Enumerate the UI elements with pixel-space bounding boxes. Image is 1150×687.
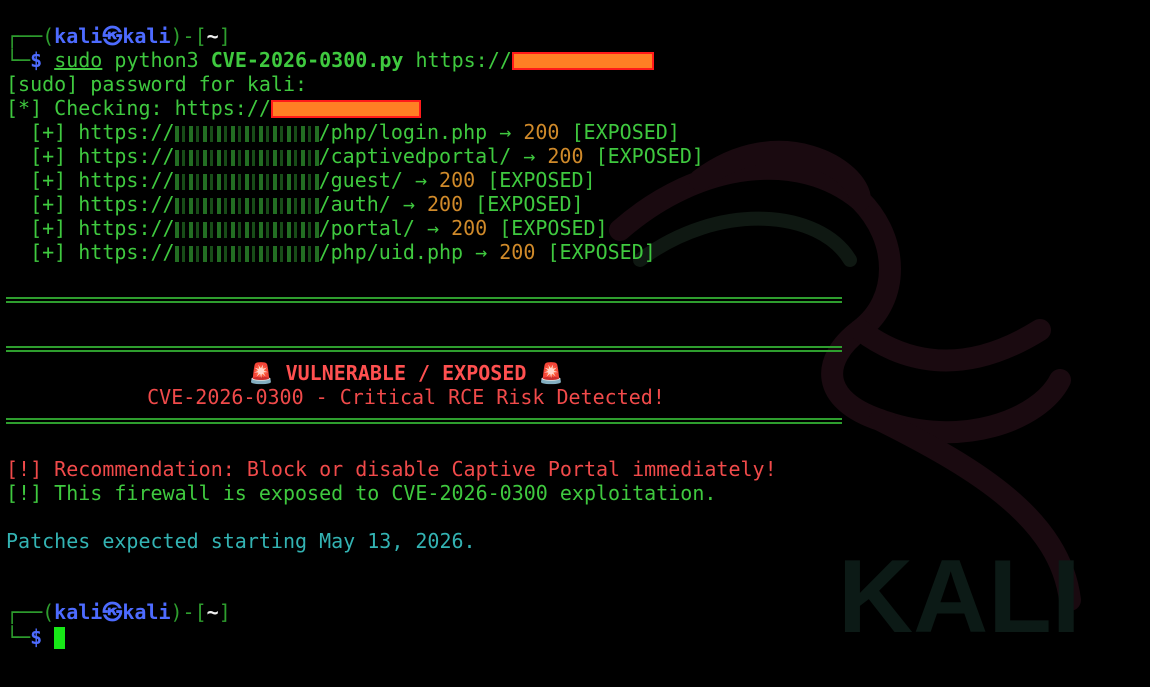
sudo-keyword: sudo xyxy=(54,48,103,72)
text-cursor xyxy=(54,627,66,649)
result-line: [+] https:///auth/ → 200 [EXPOSED] xyxy=(30,192,584,216)
redaction-box xyxy=(511,52,654,70)
command-prompt-input[interactable]: └─$ xyxy=(6,625,66,649)
siren-icon: 🚨 xyxy=(248,361,274,385)
checking-line: [*] Checking: https:// xyxy=(6,96,421,120)
siren-icon: 🚨 xyxy=(538,361,564,385)
sudo-prompt: [sudo] password for kali: xyxy=(6,72,308,96)
kali-at-icon: ㉿ xyxy=(102,24,123,48)
separator-line xyxy=(6,297,842,303)
separator-line xyxy=(6,346,842,352)
result-line: [+] https:///captivedportal/ → 200 [EXPO… xyxy=(30,144,704,168)
recommendation-line: [!] Recommendation: Block or disable Cap… xyxy=(6,457,777,481)
result-line: [+] https:///php/login.php → 200 [EXPOSE… xyxy=(30,120,680,144)
redacted-ip xyxy=(174,150,319,166)
vulnerable-banner: 🚨 VULNERABLE / EXPOSED 🚨 xyxy=(248,361,564,385)
kali-at-icon: ㉿ xyxy=(102,600,123,624)
redacted-ip xyxy=(174,126,319,142)
banner-subtitle: CVE-2026-0300 - Critical RCE Risk Detect… xyxy=(147,385,665,409)
result-line: [+] https:///guest/ → 200 [EXPOSED] xyxy=(30,168,596,192)
result-line: [+] https:///php/uid.php → 200 [EXPOSED] xyxy=(30,240,656,264)
patch-notice: Patches expected starting May 13, 2026. xyxy=(6,529,476,553)
prompt-header: ┌──(kali㉿kali)-[~] xyxy=(6,24,231,48)
result-line: [+] https:///portal/ → 200 [EXPOSED] xyxy=(30,216,608,240)
redacted-ip xyxy=(174,246,319,262)
redacted-ip xyxy=(174,174,319,190)
redaction-box xyxy=(270,100,421,118)
separator-line xyxy=(6,418,842,424)
redacted-ip xyxy=(174,222,319,238)
kali-logo-text: KALI xyxy=(838,539,1081,655)
script-name: CVE-2026-0300.py xyxy=(210,48,404,72)
redacted-ip xyxy=(174,198,319,214)
prompt-header: ┌──(kali㉿kali)-[~] xyxy=(6,600,231,624)
exposure-note: [!] This firewall is exposed to CVE-2026… xyxy=(6,481,717,505)
command-line: └─$ sudo python3 CVE-2026-0300.py https:… xyxy=(6,48,654,72)
